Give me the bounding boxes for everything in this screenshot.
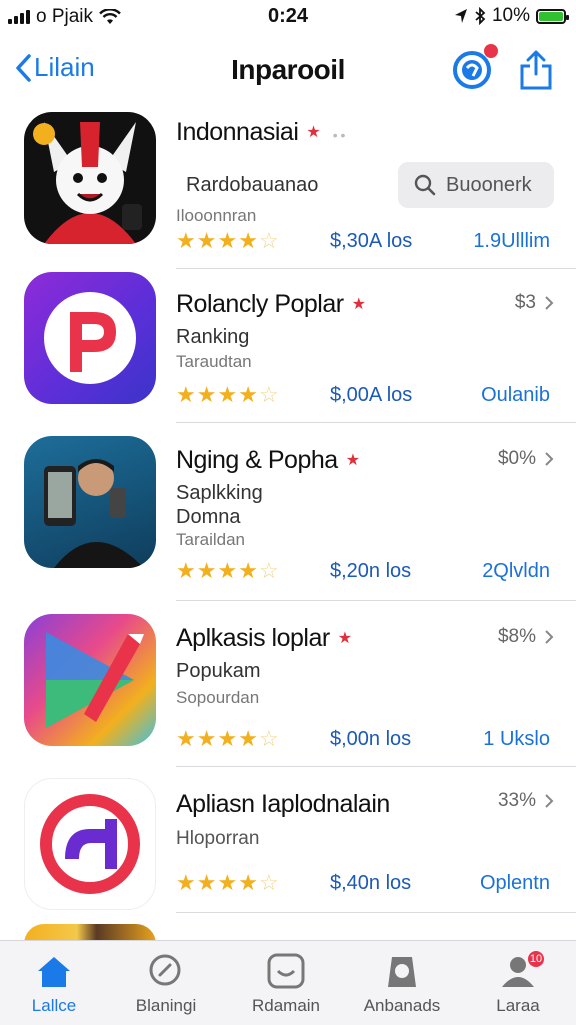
search-button[interactable]: Buoonerk xyxy=(398,162,554,208)
tab-label: Anbanads xyxy=(363,996,441,1015)
star-rating: ★ ★ ★ ★ ☆ xyxy=(176,382,279,407)
app-downloads: Oplentn xyxy=(479,872,550,894)
app-name: Aplkasis loplar ★ xyxy=(176,624,352,652)
app-price: $,30A los xyxy=(330,230,413,252)
app-price: $,00A los xyxy=(330,384,413,406)
app-price: $,20n los xyxy=(330,560,412,582)
status-bar: o Pjaik 0:24 10% xyxy=(0,0,576,34)
tab-bar: Lallce Blaningi Rdamain Anbanads 10 Lara… xyxy=(0,940,576,1025)
location-icon xyxy=(454,9,467,23)
app-downloads: 1 Ukslo xyxy=(483,728,550,750)
app-icon-person xyxy=(24,436,156,568)
tab-label: Laraa xyxy=(496,996,540,1015)
search-icon xyxy=(414,174,436,196)
app-price: $,40n los xyxy=(330,872,412,894)
chevron-right-icon xyxy=(545,794,554,808)
app-downloads: 2Qlvldn xyxy=(482,560,550,582)
app-name: Indonnasiai ★ • • xyxy=(176,118,346,146)
tab-label: Rdamain xyxy=(251,996,321,1015)
divider xyxy=(176,268,576,269)
featured-star-icon: ★ xyxy=(306,124,321,141)
app-subtitle: Popukam xyxy=(176,660,261,682)
app-icon-p xyxy=(24,272,156,404)
navigation-bar: Lilain Inparooil xyxy=(0,40,576,100)
divider xyxy=(176,600,576,601)
app-name: Nging & Popha ★ xyxy=(176,446,360,474)
divider xyxy=(176,766,576,767)
tab-search[interactable]: Blaningi xyxy=(116,941,216,1025)
tab-apps[interactable]: Anbanads xyxy=(352,941,452,1025)
app-subtitle: Ranking xyxy=(176,326,250,348)
apps-icon xyxy=(388,957,416,987)
divider xyxy=(176,912,576,913)
home-icon xyxy=(38,957,70,987)
tab-label: Blaningi xyxy=(135,996,197,1015)
notification-badge xyxy=(484,44,498,58)
app-category: Sopourdan xyxy=(176,688,260,707)
app-category: Taraudtan xyxy=(176,352,252,371)
search-button-label: Buoonerk xyxy=(446,173,532,196)
tab-smile[interactable]: Rdamain xyxy=(236,941,336,1025)
app-name: Apliasn Iaplodnalain xyxy=(176,790,390,818)
app-price: $,00n los xyxy=(330,728,412,750)
app-category: Taraildan xyxy=(176,530,245,549)
price-disclosure[interactable]: $0% xyxy=(498,448,554,470)
app-subtitle: Saplkking xyxy=(176,482,263,504)
price-disclosure[interactable]: $8% xyxy=(498,626,554,648)
chevron-right-icon xyxy=(545,296,554,310)
tab-profile[interactable]: 10 Laraa xyxy=(468,941,568,1025)
star-rating: ★ ★ ★ ★ ☆ xyxy=(176,228,279,253)
app-category: Ilooonnran xyxy=(176,206,257,225)
tab-home[interactable]: Lallce xyxy=(4,941,104,1025)
app-downloads: 1.9Ulllim xyxy=(473,230,550,252)
chevron-right-icon xyxy=(545,630,554,644)
app-downloads: Oulanib xyxy=(481,384,550,406)
price-disclosure[interactable]: 33% xyxy=(498,790,554,812)
app-icon-circle xyxy=(24,778,156,910)
chevron-right-icon xyxy=(545,452,554,466)
search-icon xyxy=(149,954,181,986)
bluetooth-icon xyxy=(475,7,486,25)
battery-percent: 10% xyxy=(491,5,530,26)
status-right: 10% xyxy=(454,5,569,27)
app-icon-mascot xyxy=(24,112,156,244)
app-subtitle: Rardobauanao xyxy=(186,174,319,196)
tab-label: Lallce xyxy=(31,996,77,1015)
featured-star-icon: ★ xyxy=(337,630,352,647)
star-rating: ★ ★ ★ ★ ☆ xyxy=(176,726,279,751)
more-dots-icon: • • xyxy=(332,127,346,143)
featured-star-icon: ★ xyxy=(345,452,360,469)
tab-badge: 10 xyxy=(528,951,544,967)
smile-icon xyxy=(267,953,305,989)
price-disclosure[interactable]: $3 xyxy=(515,292,554,314)
star-rating: ★ ★ ★ ★ ☆ xyxy=(176,870,279,895)
app-subtitle: Hloporran xyxy=(176,828,260,849)
app-name: Rolancly Poplar ★ xyxy=(176,290,366,318)
divider xyxy=(176,422,576,423)
share-icon[interactable] xyxy=(518,50,554,90)
battery-icon xyxy=(536,8,569,24)
star-rating: ★ ★ ★ ★ ☆ xyxy=(176,558,279,583)
featured-star-icon: ★ xyxy=(351,296,366,313)
app-icon-play xyxy=(24,614,156,746)
app-subtitle-2: Domna xyxy=(176,506,241,528)
